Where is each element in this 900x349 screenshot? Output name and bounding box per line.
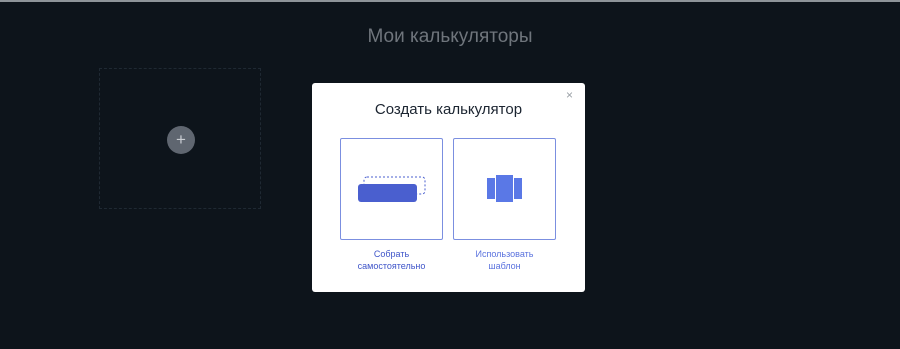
build-yourself-icon bbox=[358, 176, 426, 202]
create-calculator-modal: × Создать калькулятор Собрать самостояте… bbox=[312, 83, 585, 292]
use-template-option[interactable] bbox=[453, 138, 556, 240]
page-title: Мои калькуляторы bbox=[367, 26, 533, 47]
build-yourself-label-line1: Собрать bbox=[373, 249, 410, 259]
use-template-label[interactable]: Использовать шаблон bbox=[453, 248, 556, 272]
plus-icon[interactable]: + bbox=[167, 126, 195, 154]
build-yourself-label-line2: самостоятельно bbox=[357, 261, 426, 271]
add-calculator-card[interactable]: + bbox=[99, 68, 261, 209]
build-yourself-option[interactable] bbox=[340, 138, 443, 240]
modal-title: Создать калькулятор bbox=[374, 101, 523, 118]
template-icon bbox=[487, 175, 522, 202]
close-icon[interactable]: × bbox=[566, 89, 573, 101]
top-strip bbox=[0, 0, 900, 2]
build-yourself-label[interactable]: Собрать самостоятельно bbox=[340, 248, 443, 272]
use-template-label-line2: шаблон bbox=[488, 261, 521, 271]
use-template-label-line1: Использовать bbox=[475, 249, 534, 259]
